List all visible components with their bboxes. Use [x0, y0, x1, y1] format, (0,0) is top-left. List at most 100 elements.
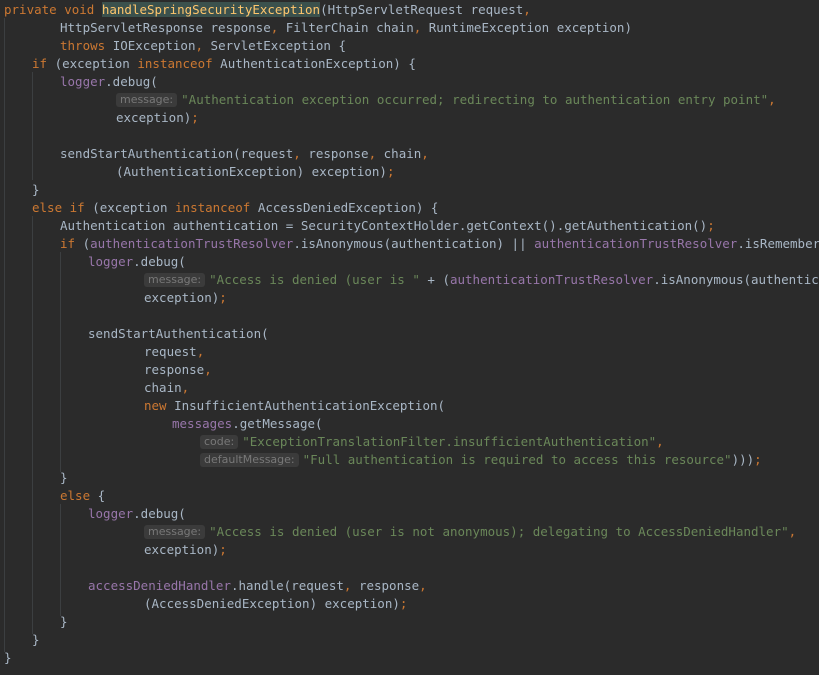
code-token: else if: [32, 200, 93, 215]
code-token: if: [32, 56, 55, 71]
code-line[interactable]: message: "Access is denied (user is " + (…: [0, 271, 819, 289]
code-token: ;: [219, 542, 227, 557]
code-token: {: [97, 488, 106, 503]
code-line[interactable]: else {: [0, 487, 105, 505]
code-token: handleSpringSecurityException: [101, 2, 321, 17]
code-line[interactable]: sendStartAuthentication(request, respons…: [0, 145, 429, 163]
code-token: ,: [656, 434, 664, 449]
code-token: ,: [523, 2, 531, 17]
code-token: HttpServletResponse response: [60, 20, 271, 35]
code-token: ,: [413, 20, 429, 35]
code-line[interactable]: [0, 559, 4, 577]
code-line[interactable]: request,: [0, 343, 204, 361]
code-token: ,: [343, 578, 359, 593]
code-token: .debug(: [133, 506, 186, 521]
code-token: }: [4, 650, 12, 665]
code-line[interactable]: logger.debug(: [0, 73, 158, 91]
code-token: ;: [707, 218, 715, 233]
code-token: (HttpServletRequest request: [320, 2, 524, 17]
code-token: instanceof: [137, 56, 221, 71]
code-token: ,: [368, 146, 384, 161]
code-line[interactable]: }: [0, 613, 68, 631]
code-line[interactable]: Authentication authentication = Security…: [0, 217, 715, 235]
code-line[interactable]: if (exception instanceof AuthenticationE…: [0, 55, 416, 73]
code-line[interactable]: new InsufficientAuthenticationException(: [0, 397, 445, 415]
code-token: chain: [383, 146, 422, 161]
code-token: InsufficientAuthenticationException(: [174, 398, 446, 413]
code-line[interactable]: logger.debug(: [0, 253, 186, 271]
code-token: accessDeniedHandler: [88, 578, 231, 593]
code-token: .debug(: [133, 254, 186, 269]
code-line[interactable]: else if (exception instanceof AccessDeni…: [0, 199, 438, 217]
code-token: "Access is denied (user is not anonymous…: [209, 524, 789, 539]
code-token: logger: [60, 74, 106, 89]
code-line[interactable]: }: [0, 181, 40, 199]
code-token: Authentication authentication = Security…: [60, 218, 708, 233]
code-line[interactable]: (AuthenticationException) exception);: [0, 163, 394, 181]
parameter-hint: message:: [144, 525, 206, 539]
code-line[interactable]: exception);: [0, 109, 199, 127]
code-token: (AuthenticationException) exception): [116, 164, 387, 179]
code-line[interactable]: defaultMessage: "Full authentication is r…: [0, 451, 762, 469]
code-token: FilterChain chain: [285, 20, 414, 35]
code-line[interactable]: (AccessDeniedException) exception);: [0, 595, 407, 613]
code-token: .handle(request: [231, 578, 344, 593]
code-token: instanceof: [175, 200, 258, 215]
code-token: chain: [144, 380, 182, 395]
code-line[interactable]: response,: [0, 361, 212, 379]
code-line[interactable]: exception);: [0, 541, 227, 559]
code-token: ;: [399, 596, 408, 611]
code-token: exception): [144, 290, 220, 305]
code-token: ,: [421, 146, 429, 161]
code-token: ,: [768, 92, 776, 107]
code-token: exception): [116, 110, 192, 125]
code-token: (exception: [54, 56, 138, 71]
code-line[interactable]: message: "Access is denied (user is not a…: [0, 523, 796, 541]
code-line[interactable]: }: [0, 649, 12, 667]
code-token: .isAnonymous(authentication) ||: [293, 236, 535, 251]
code-token: ,: [196, 344, 205, 359]
code-line[interactable]: exception);: [0, 289, 227, 307]
code-line[interactable]: [0, 307, 4, 325]
code-token: sendStartAuthentication(request: [60, 146, 294, 161]
code-line[interactable]: }: [0, 631, 40, 649]
code-token: AccessDeniedException) {: [257, 200, 439, 215]
code-token: IOException: [112, 38, 196, 53]
code-line[interactable]: private void handleSpringSecurityExcepti…: [0, 1, 531, 19]
code-line[interactable]: [0, 127, 4, 145]
code-token: throws: [60, 38, 113, 53]
code-token: }: [60, 614, 68, 629]
code-line[interactable]: sendStartAuthentication(: [0, 325, 269, 343]
code-line[interactable]: chain,: [0, 379, 189, 397]
code-line[interactable]: HttpServletResponse response, FilterChai…: [0, 19, 632, 37]
parameter-hint: defaultMessage:: [200, 453, 299, 467]
code-token: logger: [88, 254, 134, 269]
code-token: private void: [4, 2, 102, 17]
code-token: "ExceptionTranslationFilter.insufficient…: [242, 434, 657, 449]
code-line[interactable]: code: "ExceptionTranslationFilter.insuffi…: [0, 433, 664, 451]
code-token: "Full authentication is required to acce…: [302, 452, 732, 467]
code-token: response: [308, 146, 369, 161]
code-line[interactable]: messages.getMessage(: [0, 415, 323, 433]
code-token: ,: [788, 524, 797, 539]
code-token: response: [144, 362, 205, 377]
code-token: messages: [172, 416, 233, 431]
code-token: ,: [293, 146, 309, 161]
code-line[interactable]: if (authenticationTrustResolver.isAnonym…: [0, 235, 819, 253]
code-token: ;: [219, 290, 227, 305]
code-editor[interactable]: private void handleSpringSecurityExcepti…: [0, 0, 819, 675]
code-line[interactable]: }: [0, 469, 68, 487]
code-line[interactable]: logger.debug(: [0, 505, 186, 523]
code-line[interactable]: accessDeniedHandler.handle(request, resp…: [0, 577, 427, 595]
code-token: "Authentication exception occurred; redi…: [181, 92, 769, 107]
code-token: }: [60, 470, 68, 485]
code-token: exception): [144, 542, 220, 557]
code-token: if: [60, 236, 83, 251]
code-line[interactable]: message: "Authentication exception occurr…: [0, 91, 776, 109]
code-token: sendStartAuthentication(: [88, 326, 269, 341]
code-token: ,: [195, 38, 211, 53]
code-token: ;: [386, 164, 395, 179]
code-line[interactable]: throws IOException, ServletException {: [0, 37, 346, 55]
code-token: ServletException {: [210, 38, 347, 53]
code-token: ,: [270, 20, 286, 35]
